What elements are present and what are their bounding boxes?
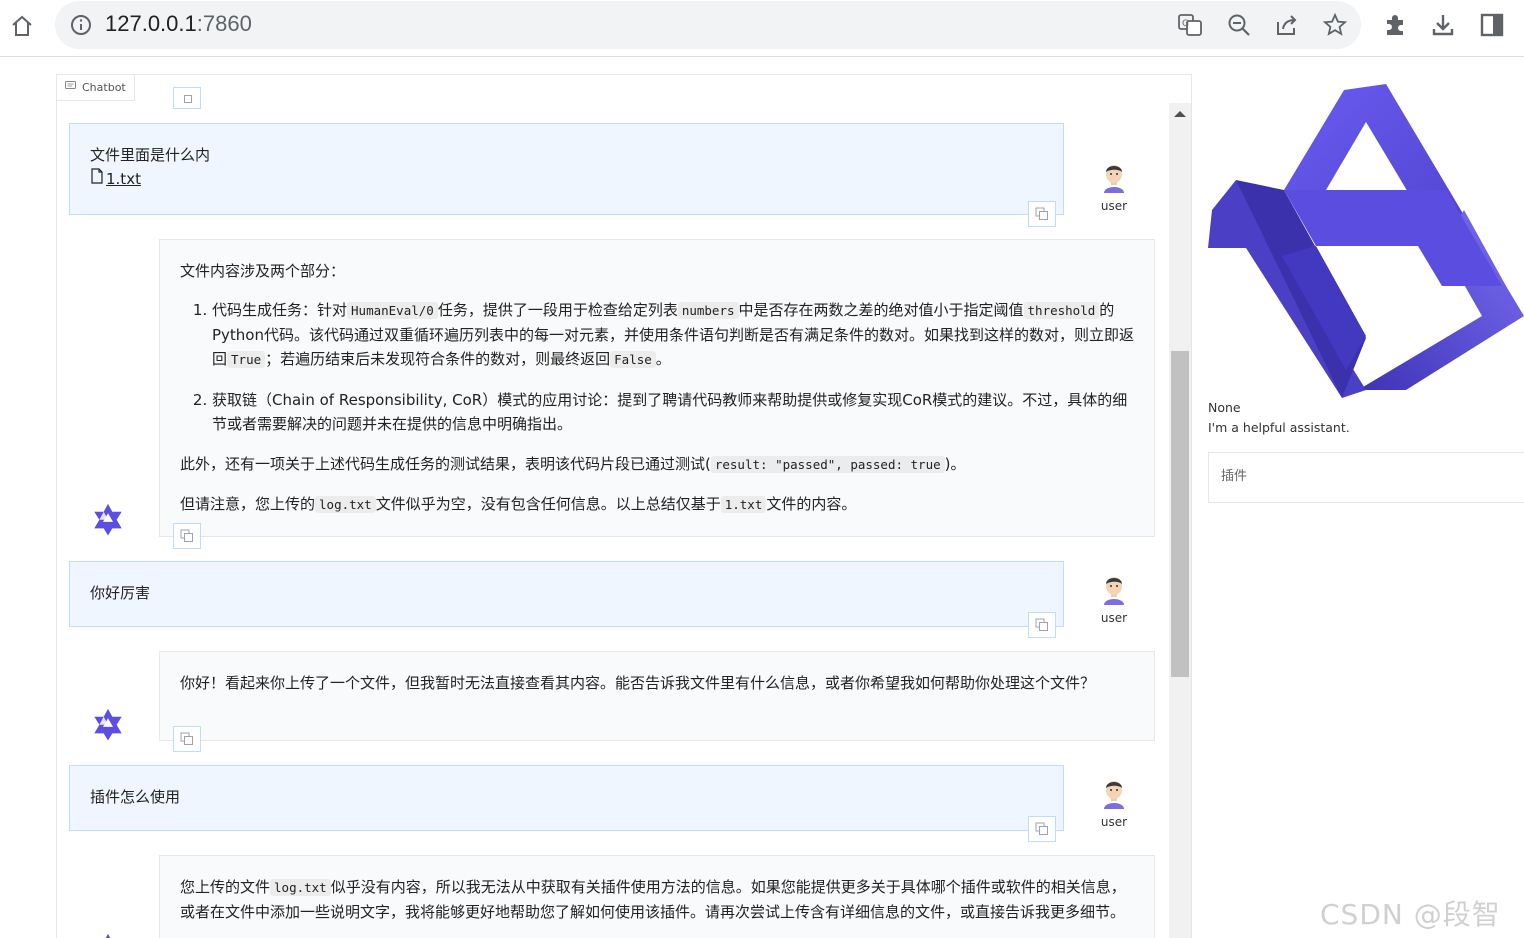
user-message: 文件里面是什么内 1.txt	[69, 123, 1064, 215]
extensions-icon[interactable]	[1381, 11, 1409, 39]
download-icon[interactable]	[1429, 11, 1457, 39]
info-icon[interactable]	[69, 13, 93, 37]
system-prompt-text: I'm a helpful assistant.	[1208, 420, 1350, 435]
copy-button[interactable]	[1028, 816, 1056, 842]
user-avatar: user	[1094, 777, 1134, 829]
home-icon[interactable]	[6, 10, 38, 42]
share-icon[interactable]	[1274, 12, 1300, 38]
user-avatar-icon	[1104, 781, 1124, 809]
list-item: 获取链（Chain of Responsibility, CoR）模式的应用讨论…	[212, 388, 1134, 436]
chat-scrollbar[interactable]	[1169, 103, 1191, 938]
user-message: 你好厉害	[69, 561, 1064, 627]
file-icon	[90, 167, 104, 191]
user-avatar-icon	[1104, 165, 1124, 193]
side-panel-icon[interactable]	[1478, 11, 1506, 39]
copy-button[interactable]	[1028, 612, 1056, 638]
address-bar[interactable]: 127.0.0.1:7860 G	[55, 1, 1361, 49]
plugin-label: 插件	[1221, 469, 1248, 484]
user-avatar: user	[1094, 573, 1134, 625]
svg-text:G: G	[1182, 19, 1189, 29]
file-link[interactable]: 1.txt	[90, 167, 141, 191]
model-none-text: None	[1208, 400, 1241, 415]
user-message: 插件怎么使用	[69, 765, 1064, 831]
scroll-thumb[interactable]	[1171, 351, 1189, 677]
bot-avatar-icon	[90, 501, 126, 537]
copy-button[interactable]	[173, 726, 201, 752]
scroll-up-arrow-icon[interactable]	[1174, 111, 1186, 117]
copy-button[interactable]	[1028, 201, 1056, 227]
list-item: 代码生成任务：针对HumanEval/0任务，提供了一段用于检查给定列表numb…	[212, 298, 1134, 372]
translate-icon[interactable]: G	[1177, 12, 1203, 38]
user-avatar: user	[1094, 161, 1134, 213]
user-avatar-icon	[1104, 577, 1124, 605]
url-text: 127.0.0.1:7860	[105, 11, 252, 36]
copy-button[interactable]	[173, 87, 201, 109]
bot-message: 您上传的文件 log.txt 似乎没有内容，所以我无法从中获取有关插件使用方法的信息…	[159, 855, 1155, 938]
qwen-logo-icon	[1206, 80, 1524, 398]
bot-avatar-icon	[90, 706, 126, 742]
bot-message: 文件内容涉及两个部分： 代码生成任务：针对HumanEval/0任务，提供了一段…	[159, 239, 1155, 537]
zoom-out-icon[interactable]	[1226, 12, 1252, 38]
bot-avatar-icon	[90, 931, 126, 938]
copy-button[interactable]	[173, 523, 201, 549]
browser-toolbar: 127.0.0.1:7860 G	[0, 0, 1524, 57]
watermark: CSDN @段智华	[1320, 898, 1501, 931]
plugin-selector[interactable]: 插件	[1208, 452, 1524, 503]
chat-bubble-icon	[65, 81, 76, 94]
chatbot-label: Chatbot	[57, 75, 135, 101]
bookmark-star-icon[interactable]	[1322, 12, 1348, 38]
chatbot-panel: Chatbot 文件里面是什么内 1.txt user 文件内容涉及两个部分： …	[56, 74, 1192, 938]
paragraph: 但请注意，您上传的 log.txt 文件似乎为空，没有包含任何信息。以上总结仅基于 1…	[180, 495, 857, 513]
bot-list: 代码生成任务：针对HumanEval/0任务，提供了一段用于检查给定列表numb…	[180, 298, 1134, 436]
paragraph: 此外，还有一项关于上述代码生成任务的测试结果，表明该代码片段已通过测试(resu…	[180, 455, 966, 473]
bot-message: 你好！看起来你上传了一个文件，但我暂时无法直接查看其内容。能否告诉我文件里有什么…	[159, 651, 1155, 741]
